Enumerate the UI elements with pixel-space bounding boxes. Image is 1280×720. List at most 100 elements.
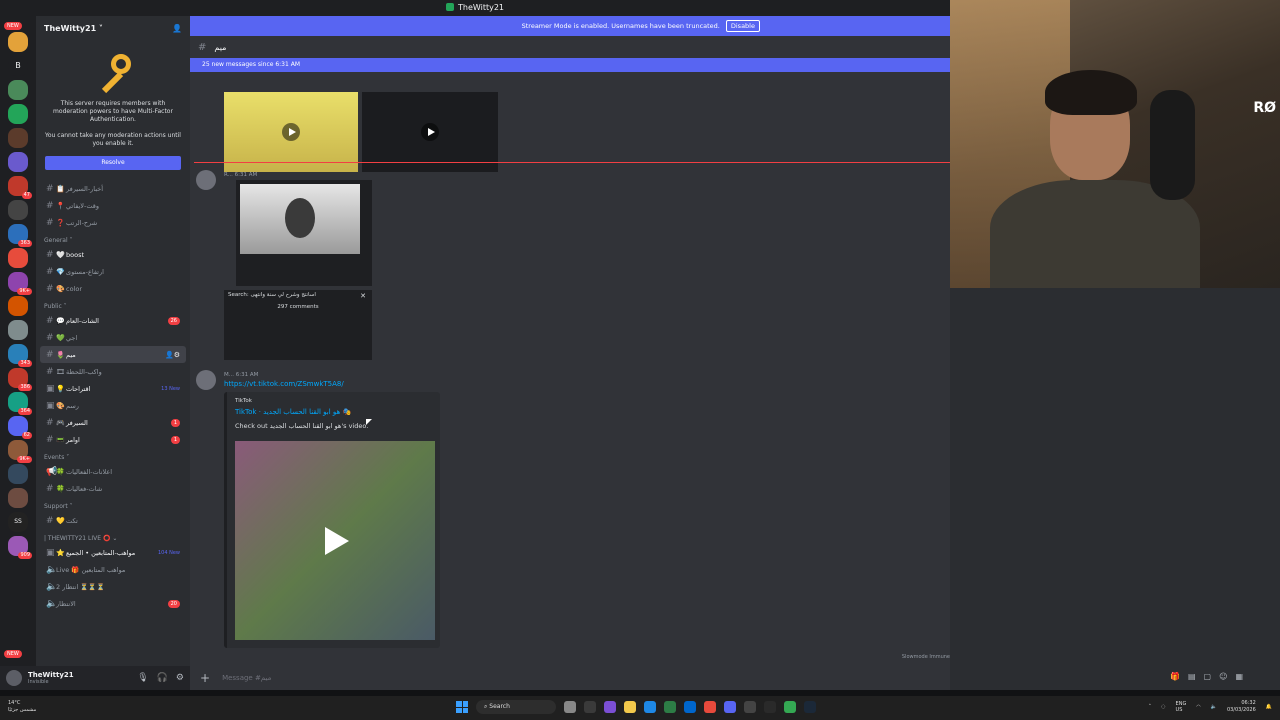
headset-icon[interactable]: 🎧 [157,673,168,683]
folder-icon[interactable] [624,701,636,713]
video-thumbnail[interactable] [224,92,358,172]
server-icon[interactable] [8,488,28,508]
wifi-icon[interactable]: ◠ [1196,704,1200,710]
new-messages-bar[interactable]: 25 new messages since 6:31 AM [190,58,950,72]
edge-icon[interactable] [644,701,656,713]
channel-item[interactable]: # ❓ شرح-الرتب [36,214,190,231]
resolve-button[interactable]: Resolve [45,156,181,170]
channel-item[interactable]: # 💎 ارتفاع-مستوى [36,263,190,280]
server-icon[interactable] [8,152,28,172]
channel-item[interactable]: ▣ 🎨 رسم [36,397,190,414]
voice-channel[interactable]: 🔈 الانتظار 20 [36,595,190,612]
taskbar-search[interactable]: ⌕ Search [476,700,556,714]
channel-item[interactable]: ▣ 💡 اقتراحات 13 New [36,380,190,397]
channel-item[interactable]: # 🎨 color [36,280,190,297]
chrome-icon[interactable] [784,701,796,713]
volume-icon[interactable]: 🔈 [1211,704,1217,710]
terminal-icon[interactable] [584,701,596,713]
embed-title[interactable]: TikTok · هو ابو القنا الحساب الجديد 🎭 [235,408,432,416]
guild-header[interactable]: TheWitty21 ˅ 👤 [36,16,190,40]
play-icon[interactable] [325,526,349,555]
app-icon[interactable] [764,701,776,713]
discord-icon[interactable] [724,701,736,713]
steam-icon[interactable] [804,701,816,713]
avatar[interactable] [6,670,22,686]
channel-item[interactable]: # 🎮 السيرفر 1 [36,414,190,431]
server-icon[interactable]: 47 [8,176,32,199]
language-indicator[interactable]: ENG US [1176,701,1187,713]
gear-icon[interactable]: ⚙ [176,673,184,683]
chevron-up-icon[interactable]: ˄ [1149,704,1152,710]
voice-channel[interactable]: 🔈 انتظار 2 ⏳⏳⏳ [36,578,190,595]
channel-item[interactable]: 📢 🍀 اعلانات-الفعاليات [36,463,190,480]
server-icon[interactable] [8,464,28,484]
channel-item[interactable]: # 🤍 boost [36,246,190,263]
windows-start-icon[interactable] [456,701,468,713]
settings-icon[interactable]: 👤⚙ [165,351,180,359]
message-composer[interactable]: + Message #ميم [190,666,950,690]
image-attachment[interactable] [236,180,372,286]
server-letter[interactable]: B [8,56,28,76]
notification-icon[interactable]: 🔔 [1266,704,1272,710]
app-icon[interactable] [684,701,696,713]
server-icon[interactable]: 62 [8,416,32,439]
category-events[interactable]: Events ˅ [36,448,190,463]
play-icon[interactable] [282,123,300,141]
server-icon[interactable]: 363 [8,224,32,247]
channel-item[interactable]: # 📍 وقت-لايفاتي [36,197,190,214]
video-thumbnail[interactable] [362,92,498,172]
microphone-icon[interactable]: 🎙 [137,673,148,683]
server-icon[interactable] [8,296,28,316]
channel-item[interactable]: # 📟 اوامر 1 [36,431,190,448]
chrome-icon[interactable] [704,701,716,713]
embed-video[interactable] [235,441,435,640]
server-icon[interactable] [8,80,28,100]
emoji-icon[interactable]: ☺ [1219,672,1227,681]
server-icon[interactable] [8,128,28,148]
server-icon[interactable]: SS [8,512,28,532]
apps-icon[interactable]: ▦ [1235,672,1243,681]
channel-item-active[interactable]: # 🌷 ميم 👤⚙ [40,346,186,363]
category-general[interactable]: General ˅ [36,231,190,246]
server-icon[interactable]: 343 [8,344,32,367]
category-live[interactable]: | THEWITTY21 LIVE ⭕ ⌄ [36,529,190,544]
channel-item[interactable]: # 🎞 واكب-اللحظة [36,363,190,380]
app-icon[interactable] [604,701,616,713]
clock[interactable]: 06:32 03/03/2026 [1227,700,1256,714]
server-icon[interactable]: 9K+ [8,272,32,295]
close-icon[interactable]: ✕ [360,292,366,300]
author[interactable]: M... [224,372,234,378]
channel-item[interactable]: # 💚 اجي [36,329,190,346]
category-public[interactable]: Public ˅ [36,297,190,312]
server-icon[interactable] [8,320,28,340]
channel-item[interactable]: # 💬 الشات-العام 26 [36,312,190,329]
channel-item[interactable]: # 🍀 شات-فعاليات [36,480,190,497]
avatar[interactable] [196,370,216,390]
task-view-icon[interactable] [564,701,576,713]
channel-item[interactable]: # 💛 تكت [36,512,190,529]
server-icon[interactable] [8,32,28,52]
add-member-icon[interactable]: 👤 [172,24,182,33]
server-icon[interactable] [8,104,28,124]
plus-icon[interactable]: + [200,671,210,685]
server-icon[interactable]: 9K+ [8,440,32,463]
obs-icon[interactable] [744,701,756,713]
gif-icon[interactable]: ▤ [1188,672,1196,681]
server-icon[interactable]: 386 [8,368,32,391]
channel-item[interactable]: ▣ ⭐ مواهب-المتابعين • الجميع 104 New [36,544,190,561]
app-icon[interactable] [664,701,676,713]
gift-icon[interactable]: 🎁 [1170,672,1180,681]
server-icon[interactable] [8,248,28,268]
disable-button[interactable]: Disable [725,20,760,32]
app-tray-icon[interactable]: ◌ [1161,704,1165,710]
server-icon[interactable]: 909 [8,536,32,559]
voice-channel[interactable]: 🔈 Live 🎁 مواهب المتابعين [36,561,190,578]
server-icon[interactable]: 364 [8,392,32,415]
category-support[interactable]: Support ˅ [36,497,190,512]
server-icon[interactable] [8,200,28,220]
play-icon[interactable] [421,123,439,141]
avatar[interactable] [196,170,216,190]
message-input[interactable]: Message #ميم [222,674,271,682]
sticker-icon[interactable]: ▢ [1204,672,1212,681]
weather-widget[interactable]: 14°C مشمس جزئيًا [8,700,36,714]
